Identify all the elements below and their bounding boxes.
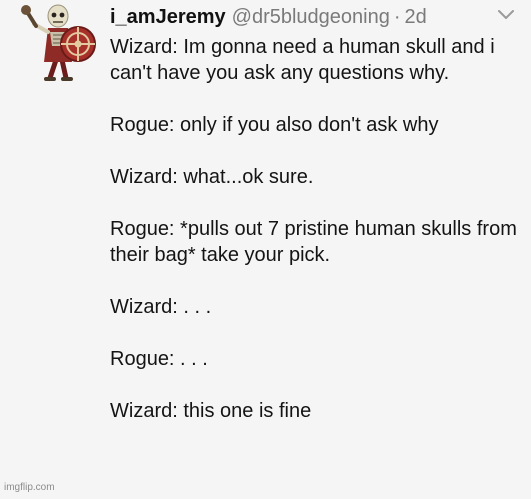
chevron-down-icon[interactable] [496, 7, 516, 23]
avatar[interactable] [20, 2, 100, 82]
timestamp[interactable]: 2d [405, 6, 427, 28]
tweet-paragraph: Wizard: Im gonna need a human skull and … [110, 36, 495, 84]
tweet-paragraph: Rogue: . . . [110, 348, 208, 370]
tweet-paragraph: Wizard: this one is fine [110, 400, 312, 422]
tweet-header: i_amJeremy @dr5bludgeoning · 2d [110, 4, 471, 30]
user-handle[interactable]: @dr5bludgeoning [232, 6, 390, 28]
tweet-body: Wizard: Im gonna need a human skull and … [110, 34, 520, 424]
tweet-card: i_amJeremy @dr5bludgeoning · 2d Wizard: Im … [0, 0, 531, 499]
skeleton-warrior-icon [21, 4, 96, 81]
tweet-paragraph: Rogue: *pulls out 7 pristine human skull… [110, 218, 517, 266]
watermark: imgflip.com [4, 482, 55, 493]
tweet-paragraph: Wizard: what...ok sure. [110, 166, 314, 188]
display-name[interactable]: i_amJeremy [110, 6, 226, 28]
tweet-paragraph: Rogue: only if you also don't ask why [110, 114, 439, 136]
tweet-paragraph: Wizard: . . . [110, 296, 212, 318]
separator: · [393, 6, 401, 28]
